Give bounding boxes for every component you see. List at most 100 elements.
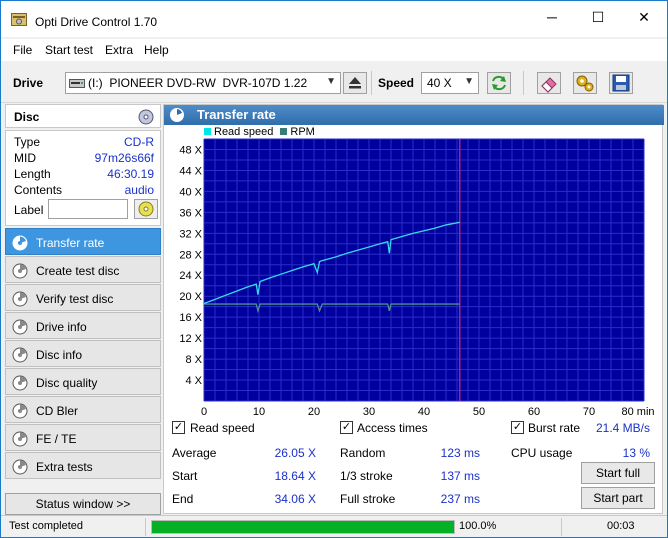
start-value: 18.64 X xyxy=(274,469,316,483)
disc-type-row: Type CD-R xyxy=(14,135,156,151)
menu-bar: File Start test Extra Help xyxy=(1,39,667,61)
settings-button[interactable] xyxy=(573,72,597,94)
menu-file[interactable]: File xyxy=(13,43,32,57)
nav-item-label: Disc quality xyxy=(36,376,98,390)
disc-label-input[interactable] xyxy=(48,199,128,219)
save-button[interactable] xyxy=(609,72,633,94)
one-third-stroke-value: 137 ms xyxy=(440,469,480,483)
main-panel: Transfer rate Read speed RPM 4 X8 X 12 X1… xyxy=(163,104,664,514)
fe-te-icon xyxy=(12,431,28,447)
nav-item-cd-bler[interactable]: CD Bler xyxy=(5,396,161,423)
disc-contents-label: Contents xyxy=(14,183,63,197)
y-tick-label: 24 X xyxy=(179,270,202,282)
nav-item-disc-info[interactable]: Disc info xyxy=(5,340,161,367)
cd-bler-icon xyxy=(12,403,28,419)
x-tick-label: 20 xyxy=(308,406,320,415)
nav-item-fe-te[interactable]: FE / TE xyxy=(5,424,161,451)
y-tick-label: 16 X xyxy=(179,312,202,324)
close-button[interactable]: ✕ xyxy=(621,1,667,33)
app-window: Opti Drive Control 1.70 ─ ☐ ✕ File Start… xyxy=(0,0,668,538)
nav-item-extra-tests[interactable]: Extra tests xyxy=(5,452,161,479)
y-tick-label: 32 X xyxy=(179,228,202,240)
x-tick-label: 10 xyxy=(253,406,265,415)
nav-item-label: Extra tests xyxy=(36,460,93,474)
panel-title: Transfer rate xyxy=(197,107,276,122)
maximize-button[interactable]: ☐ xyxy=(575,1,621,33)
y-tick-label: 8 X xyxy=(185,354,202,366)
full-stroke-label: Full stroke xyxy=(340,492,396,506)
disc-contents-row: Contents audio xyxy=(14,183,156,199)
eject-button[interactable] xyxy=(343,72,367,94)
end-value: 34.06 X xyxy=(274,492,316,506)
end-label: End xyxy=(172,492,194,506)
nav-item-label: Disc info xyxy=(36,348,83,362)
minimize-button[interactable]: ─ xyxy=(529,1,575,33)
nav-item-drive-info[interactable]: Drive info xyxy=(5,312,161,339)
chevron-down-icon: ▼ xyxy=(464,76,474,87)
transfer-rate-chart: 4 X 8 X 12 X 16 X 20 X 24 X 28 X 32 X 36 X 40 X 44… xyxy=(179,138,655,415)
access-times-checkbox[interactable]: ✓ xyxy=(340,421,353,434)
x-tick-label: 70 xyxy=(583,406,595,415)
x-tick-label: 60 xyxy=(528,406,540,415)
drive-icon xyxy=(69,79,85,88)
start-full-button[interactable]: Start full xyxy=(581,462,655,484)
disc-type-value: CD-R xyxy=(124,135,154,149)
status-divider xyxy=(561,518,562,536)
status-text: Test completed xyxy=(9,520,83,532)
toolbar: Drive (I:) PIONEER DVD-RW DVR-107D 1.22 … xyxy=(1,63,667,103)
transfer-rate-icon xyxy=(12,235,28,251)
y-tick-label: 48 X xyxy=(179,144,202,156)
read-speed-checkbox-label: Read speed xyxy=(190,421,255,435)
average-value: 26.05 X xyxy=(274,446,316,460)
speed-select-value: 40 X xyxy=(427,76,452,90)
disc-mid-row: MID 97m26s66f xyxy=(14,151,156,167)
disc-header-title: Disc xyxy=(14,110,40,124)
nav-item-transfer-rate[interactable]: Transfer rate xyxy=(5,228,161,255)
disc-label-button[interactable] xyxy=(134,199,158,219)
menu-start-test[interactable]: Start test xyxy=(45,43,93,57)
nav-item-create-test-disc[interactable]: Create test disc xyxy=(5,256,161,283)
status-divider xyxy=(145,518,146,536)
drive-info-icon xyxy=(12,319,28,335)
legend-swatch-rpm xyxy=(280,128,288,135)
menu-extra[interactable]: Extra xyxy=(105,43,133,57)
disc-length-row: Length 46:30.19 xyxy=(14,167,156,183)
nav-item-label: Transfer rate xyxy=(36,236,105,250)
disc-icon xyxy=(138,109,154,125)
drive-select-value: (I:) PIONEER DVD-RW DVR-107D 1.22 xyxy=(88,76,308,90)
nav-item-label: CD Bler xyxy=(36,404,79,418)
cpu-usage-value: 13 % xyxy=(622,446,650,460)
window-title: Opti Drive Control 1.70 xyxy=(35,15,158,29)
progress-fill xyxy=(152,521,454,533)
status-bar: Test completed 100.0% 00:03 xyxy=(1,515,667,537)
disc-type-label: Type xyxy=(14,135,41,149)
one-third-stroke-label: 1/3 stroke xyxy=(340,469,393,483)
start-part-button[interactable]: Start part xyxy=(581,487,655,509)
erase-button[interactable] xyxy=(537,72,561,94)
y-tick-label: 44 X xyxy=(179,165,202,177)
burst-rate-checkbox[interactable]: ✓ xyxy=(511,421,524,434)
refresh-speed-button[interactable] xyxy=(487,72,511,94)
disc-quality-icon xyxy=(12,375,28,391)
disc-mid-value: 97m26s66f xyxy=(94,151,154,165)
y-tick-label: 4 X xyxy=(185,375,202,387)
disc-length-label: Length xyxy=(14,167,51,181)
nav-item-label: FE / TE xyxy=(36,432,77,446)
x-tick-label: 50 xyxy=(473,406,485,415)
toolbar-separator xyxy=(523,71,524,95)
nav-item-disc-quality[interactable]: Disc quality xyxy=(5,368,161,395)
nav-item-verify-test-disc[interactable]: Verify test disc xyxy=(5,284,161,311)
status-window-button[interactable]: Status window >> xyxy=(5,493,161,515)
y-tick-label: 40 X xyxy=(179,186,202,198)
app-icon xyxy=(11,13,27,26)
extra-tests-icon xyxy=(12,459,28,475)
verify-test-disc-icon xyxy=(12,291,28,307)
read-speed-checkbox[interactable]: ✓ xyxy=(172,421,185,434)
progress-percent: 100.0% xyxy=(459,520,497,532)
speed-select[interactable]: 40 X ▼ xyxy=(421,72,479,94)
disc-label-label: Label xyxy=(14,203,44,217)
disc-length-value: 46:30.19 xyxy=(107,167,154,181)
y-tick-label: 20 X xyxy=(179,291,202,303)
drive-select[interactable]: (I:) PIONEER DVD-RW DVR-107D 1.22 ▼ xyxy=(65,72,341,94)
menu-help[interactable]: Help xyxy=(144,43,169,57)
